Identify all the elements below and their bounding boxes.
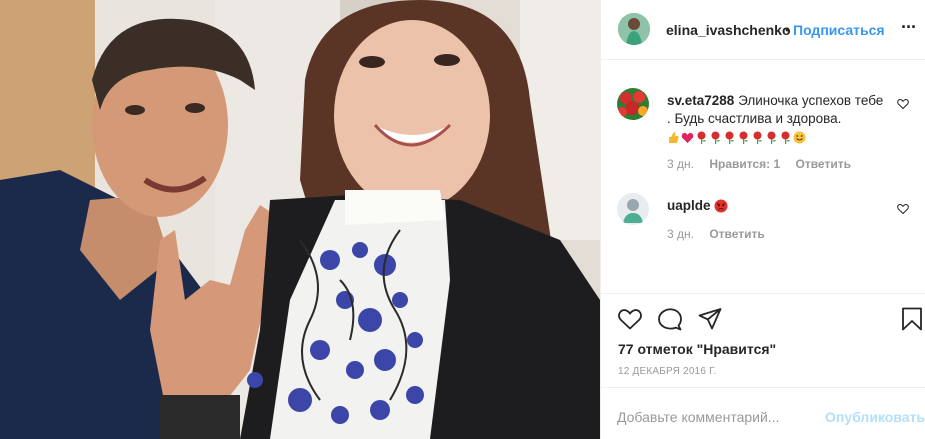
publish-button[interactable]: Опубликовать: [825, 409, 925, 425]
thumbs-up-icon: [669, 131, 679, 143]
post-actions: [617, 306, 922, 332]
post-photo[interactable]: [0, 0, 600, 439]
rose-icon: [739, 131, 748, 144]
avatar[interactable]: [617, 193, 649, 225]
divider: [601, 293, 925, 294]
avatar[interactable]: [618, 13, 650, 45]
comment-input[interactable]: Добавьте комментарий...: [617, 409, 779, 425]
post-side-panel: elina_ivashchenko • Подписаться ··· sv.e…: [600, 0, 925, 439]
comment-username[interactable]: uaplde: [667, 198, 711, 213]
add-comment-bar: Добавьте комментарий... Опубликовать: [601, 387, 925, 439]
share-send-icon[interactable]: [697, 306, 723, 332]
rose-icon: [753, 131, 762, 144]
reply-button[interactable]: Ответить: [709, 227, 764, 241]
rose-icon: [725, 131, 734, 144]
rose-icon: [697, 131, 706, 144]
comment-text: sv.eta7288 Элиночка успехов тебе . Будь …: [667, 92, 885, 146]
rose-icon: [711, 131, 720, 144]
post-date[interactable]: 12 ДЕКАБРЯ 2016 Г.: [618, 366, 716, 377]
reply-button[interactable]: Ответить: [796, 157, 851, 171]
comment-text: uaplde: [667, 197, 885, 215]
post-header: elina_ivashchenko • Подписаться ···: [601, 0, 925, 60]
post-author-username[interactable]: elina_ivashchenko: [666, 22, 791, 38]
more-options-icon[interactable]: ···: [901, 17, 917, 38]
likes-count[interactable]: 77 отметок "Нравится": [618, 341, 776, 357]
comment-bubble-icon[interactable]: [657, 306, 683, 332]
comment-item: sv.eta7288 Элиночка успехов тебе . Будь …: [617, 88, 917, 178]
like-heart-icon[interactable]: [617, 306, 643, 332]
comment-item: uaplde 3 дн. Ответить: [617, 193, 917, 248]
avatar[interactable]: [617, 88, 649, 120]
comment-meta: 3 дн. Нравится: 1 Ответить: [667, 157, 863, 171]
selfie-photo: [0, 0, 600, 439]
comment-likes[interactable]: Нравится: 1: [709, 157, 780, 171]
follow-button[interactable]: Подписаться: [793, 22, 885, 38]
profile-picture-icon: [618, 13, 650, 45]
emoji-row: [714, 199, 728, 213]
red-heart-icon: [681, 132, 694, 143]
angry-face-icon: [714, 199, 728, 213]
roses-avatar-icon: [617, 88, 649, 120]
comment-username[interactable]: sv.eta7288: [667, 93, 734, 108]
emoji-row: [667, 131, 806, 144]
user-avatar-icon: [617, 193, 649, 225]
rose-icon: [767, 131, 776, 144]
like-comment-heart-icon[interactable]: [897, 203, 909, 215]
comment-meta: 3 дн. Ответить: [667, 227, 777, 241]
comment-time[interactable]: 3 дн.: [667, 227, 694, 241]
like-comment-heart-icon[interactable]: [897, 98, 909, 110]
header-separator: •: [785, 21, 790, 37]
comment-time[interactable]: 3 дн.: [667, 157, 694, 171]
smiling-face-icon: [793, 131, 806, 144]
bookmark-save-icon[interactable]: [899, 306, 925, 332]
rose-icon: [781, 131, 790, 144]
